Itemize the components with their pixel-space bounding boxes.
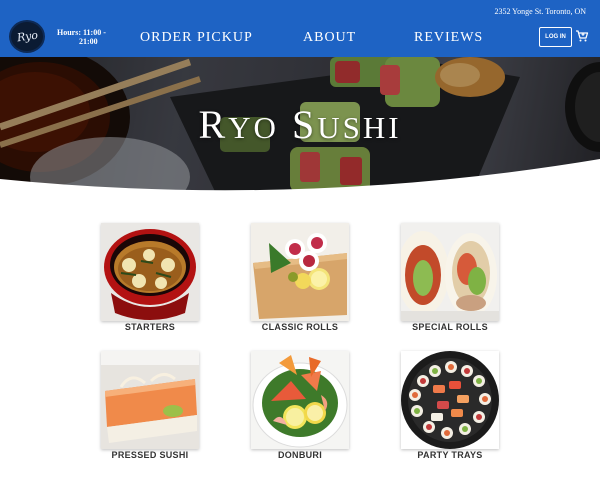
ryo-logo[interactable]: Ryo <box>9 20 45 53</box>
hero-title-r: R <box>198 102 229 147</box>
maki-rolls-icon <box>251 223 349 321</box>
address-text: 2352 Yonge St. Toronto, ON <box>494 7 586 16</box>
hero-title-s: S <box>291 102 318 147</box>
hero-title-yo: YO <box>228 110 279 145</box>
cart-icon[interactable] <box>575 29 589 43</box>
hours-line-2: 21:00 <box>79 37 98 46</box>
party-trays-label[interactable]: PARTY TRAYS <box>381 450 519 460</box>
hero-banner: RYO SUSHI <box>0 57 600 202</box>
special-rolls-photo[interactable] <box>401 223 499 321</box>
hero-curve-divider <box>0 159 600 202</box>
menu-card-special-rolls[interactable]: SPECIAL ROLLS <box>401 223 499 332</box>
starters-label[interactable]: STARTERS <box>81 322 219 332</box>
party-tray-icon <box>401 351 499 449</box>
menu-card-pressed-sushi[interactable]: PRESSED SUSHI <box>101 351 199 460</box>
donburi-bowl-icon <box>251 351 349 449</box>
hours-line-1: Hours: 11:00 - <box>57 28 106 37</box>
logo-text: Ryo <box>15 28 39 45</box>
classic-rolls-label[interactable]: CLASSIC ROLLS <box>231 322 369 332</box>
menu-card-starters[interactable]: STARTERS <box>101 223 199 332</box>
nav-order-pickup[interactable]: ORDER PICKUP <box>140 30 253 46</box>
party-trays-photo[interactable] <box>401 351 499 449</box>
site-header: 2352 Yonge St. Toronto, ON Ryo Hours: 11… <box>0 0 600 57</box>
donburi-photo[interactable] <box>251 351 349 449</box>
nav-about[interactable]: ABOUT <box>303 30 356 46</box>
menu-card-donburi[interactable]: DONBURI <box>251 351 349 460</box>
menu-card-classic-rolls[interactable]: CLASSIC ROLLS <box>251 223 349 332</box>
pressed-sushi-icon <box>101 351 199 449</box>
hero-title-ushi: USHI <box>317 110 402 145</box>
menu-card-party-trays[interactable]: PARTY TRAYS <box>401 351 499 460</box>
starters-photo[interactable] <box>101 223 199 321</box>
nav-reviews[interactable]: REVIEWS <box>414 30 483 46</box>
classic-rolls-photo[interactable] <box>251 223 349 321</box>
hero-title: RYO SUSHI <box>0 101 600 148</box>
login-button[interactable]: LOG IN <box>539 27 572 47</box>
donburi-label[interactable]: DONBURI <box>231 450 369 460</box>
pressed-sushi-photo[interactable] <box>101 351 199 449</box>
pressed-sushi-label[interactable]: PRESSED SUSHI <box>81 450 219 460</box>
miso-soup-icon <box>101 223 199 321</box>
special-rolls-label[interactable]: SPECIAL ROLLS <box>381 322 519 332</box>
special-rolls-icon <box>401 223 499 321</box>
opening-hours: Hours: 11:00 - 21:00 <box>57 28 106 46</box>
